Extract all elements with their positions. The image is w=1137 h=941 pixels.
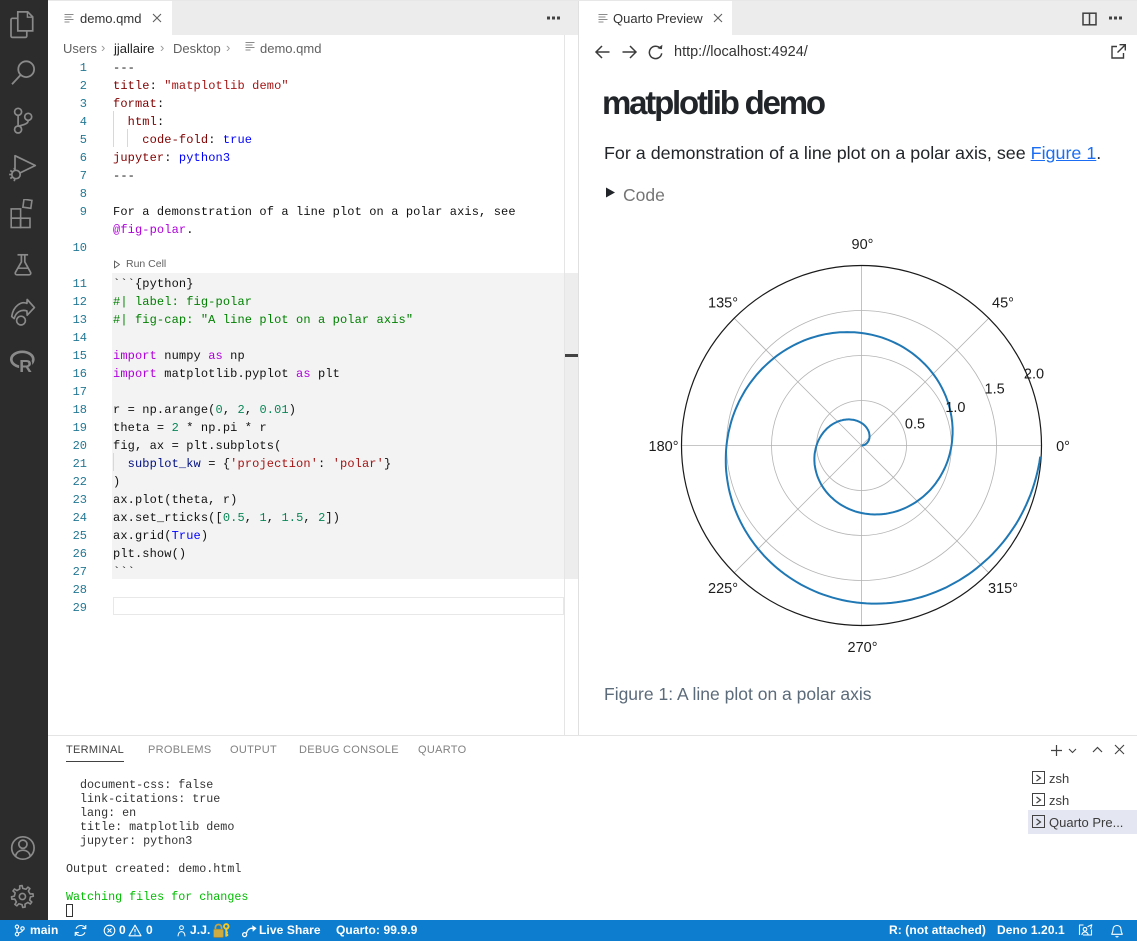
svg-text:270°: 270°	[847, 640, 877, 656]
svg-text:1.0: 1.0	[945, 400, 965, 416]
svg-text:90°: 90°	[851, 237, 873, 253]
svg-text:2.0: 2.0	[1023, 366, 1043, 382]
svg-text:0°: 0°	[1056, 439, 1070, 455]
svg-text:225°: 225°	[708, 581, 738, 597]
svg-text:135°: 135°	[708, 295, 738, 311]
svg-text:1.5: 1.5	[984, 381, 1004, 397]
svg-text:0.5: 0.5	[904, 416, 924, 432]
svg-text:45°: 45°	[992, 295, 1014, 311]
svg-text:180°: 180°	[648, 439, 678, 455]
svg-text:315°: 315°	[988, 581, 1018, 597]
svg-text:R: R	[19, 356, 32, 376]
